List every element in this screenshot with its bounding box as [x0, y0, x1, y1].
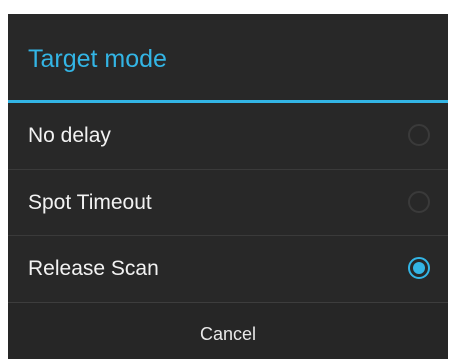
radio-button-no-delay[interactable] — [408, 124, 430, 146]
cancel-button[interactable]: Cancel — [8, 303, 448, 359]
option-label: Release Scan — [28, 257, 159, 280]
target-mode-dialog: Target mode No delay Spot Timeout Releas… — [8, 14, 448, 359]
option-no-delay[interactable]: No delay — [8, 103, 448, 169]
radio-selected-dot-icon — [413, 262, 425, 274]
dialog-title: Target mode — [28, 45, 167, 73]
option-label: Spot Timeout — [28, 191, 152, 214]
radio-button-release-scan[interactable] — [408, 257, 430, 279]
option-label: No delay — [28, 124, 111, 147]
dialog-footer: Cancel — [8, 302, 448, 359]
option-spot-timeout[interactable]: Spot Timeout — [8, 170, 448, 236]
option-release-scan[interactable]: Release Scan — [8, 236, 448, 302]
radio-button-spot-timeout[interactable] — [408, 191, 430, 213]
